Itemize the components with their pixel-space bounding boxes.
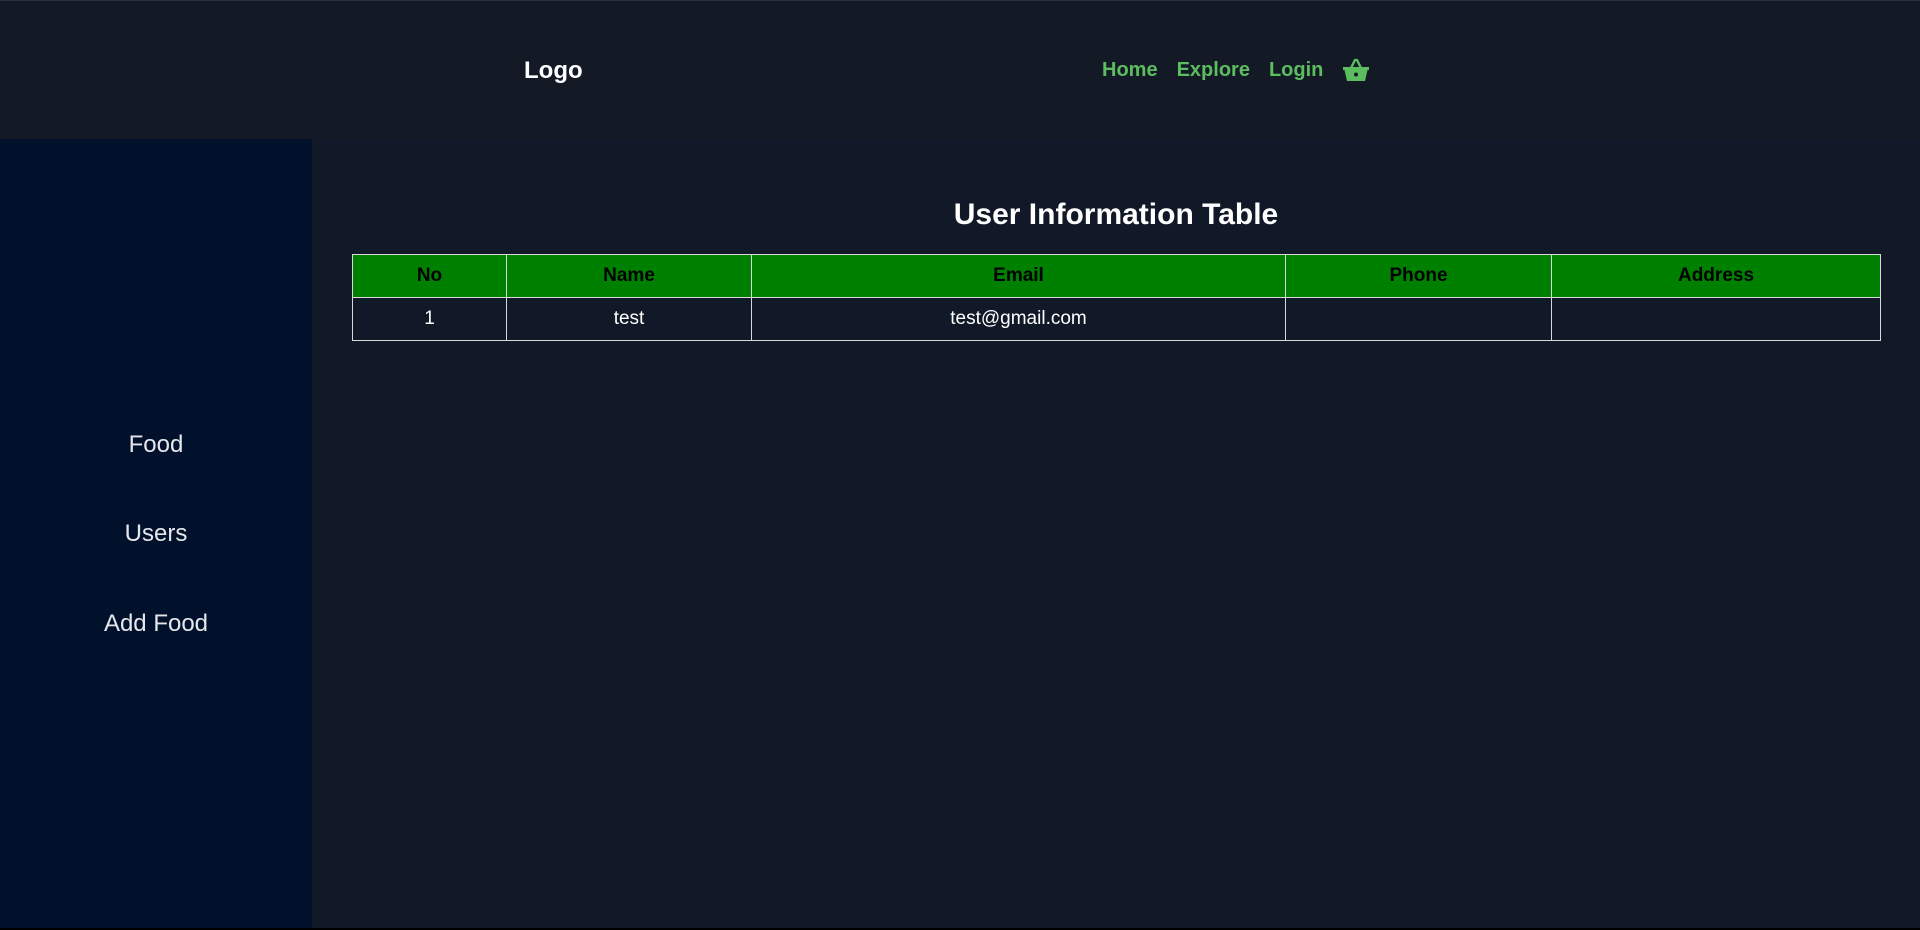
column-header-phone: Phone xyxy=(1285,254,1552,298)
column-header-address: Address xyxy=(1551,254,1881,298)
column-header-name: Name xyxy=(506,254,752,298)
sidebar-item-food[interactable]: Food xyxy=(0,431,312,459)
column-header-no: No xyxy=(352,254,507,298)
sidebar-item-users[interactable]: Users xyxy=(0,520,312,548)
column-header-email: Email xyxy=(751,254,1286,298)
basket-icon[interactable] xyxy=(1342,57,1370,83)
cell-email: test@gmail.com xyxy=(751,297,1286,341)
sidebar-item-add-food[interactable]: Add Food xyxy=(0,610,312,638)
nav-link-home[interactable]: Home xyxy=(1102,59,1158,82)
cell-phone xyxy=(1285,297,1552,341)
page: Logo Home Explore Login Food Users Add F… xyxy=(0,0,1920,928)
user-table: No Name Email Phone Address 1 test test@… xyxy=(352,254,1881,341)
nav-link-login[interactable]: Login xyxy=(1269,59,1323,82)
logo[interactable]: Logo xyxy=(524,57,583,85)
page-title: User Information Table xyxy=(953,198,1279,231)
cell-name: test xyxy=(506,297,752,341)
table-row: 1 test test@gmail.com xyxy=(352,297,1881,341)
cell-address xyxy=(1551,297,1881,341)
cell-no: 1 xyxy=(352,297,507,341)
header: Logo Home Explore Login xyxy=(0,0,1920,139)
table-header-row: No Name Email Phone Address xyxy=(352,254,1881,298)
top-nav: Home Explore Login xyxy=(1102,57,1370,83)
nav-link-explore[interactable]: Explore xyxy=(1177,59,1250,82)
sidebar: Food Users Add Food xyxy=(0,139,312,928)
